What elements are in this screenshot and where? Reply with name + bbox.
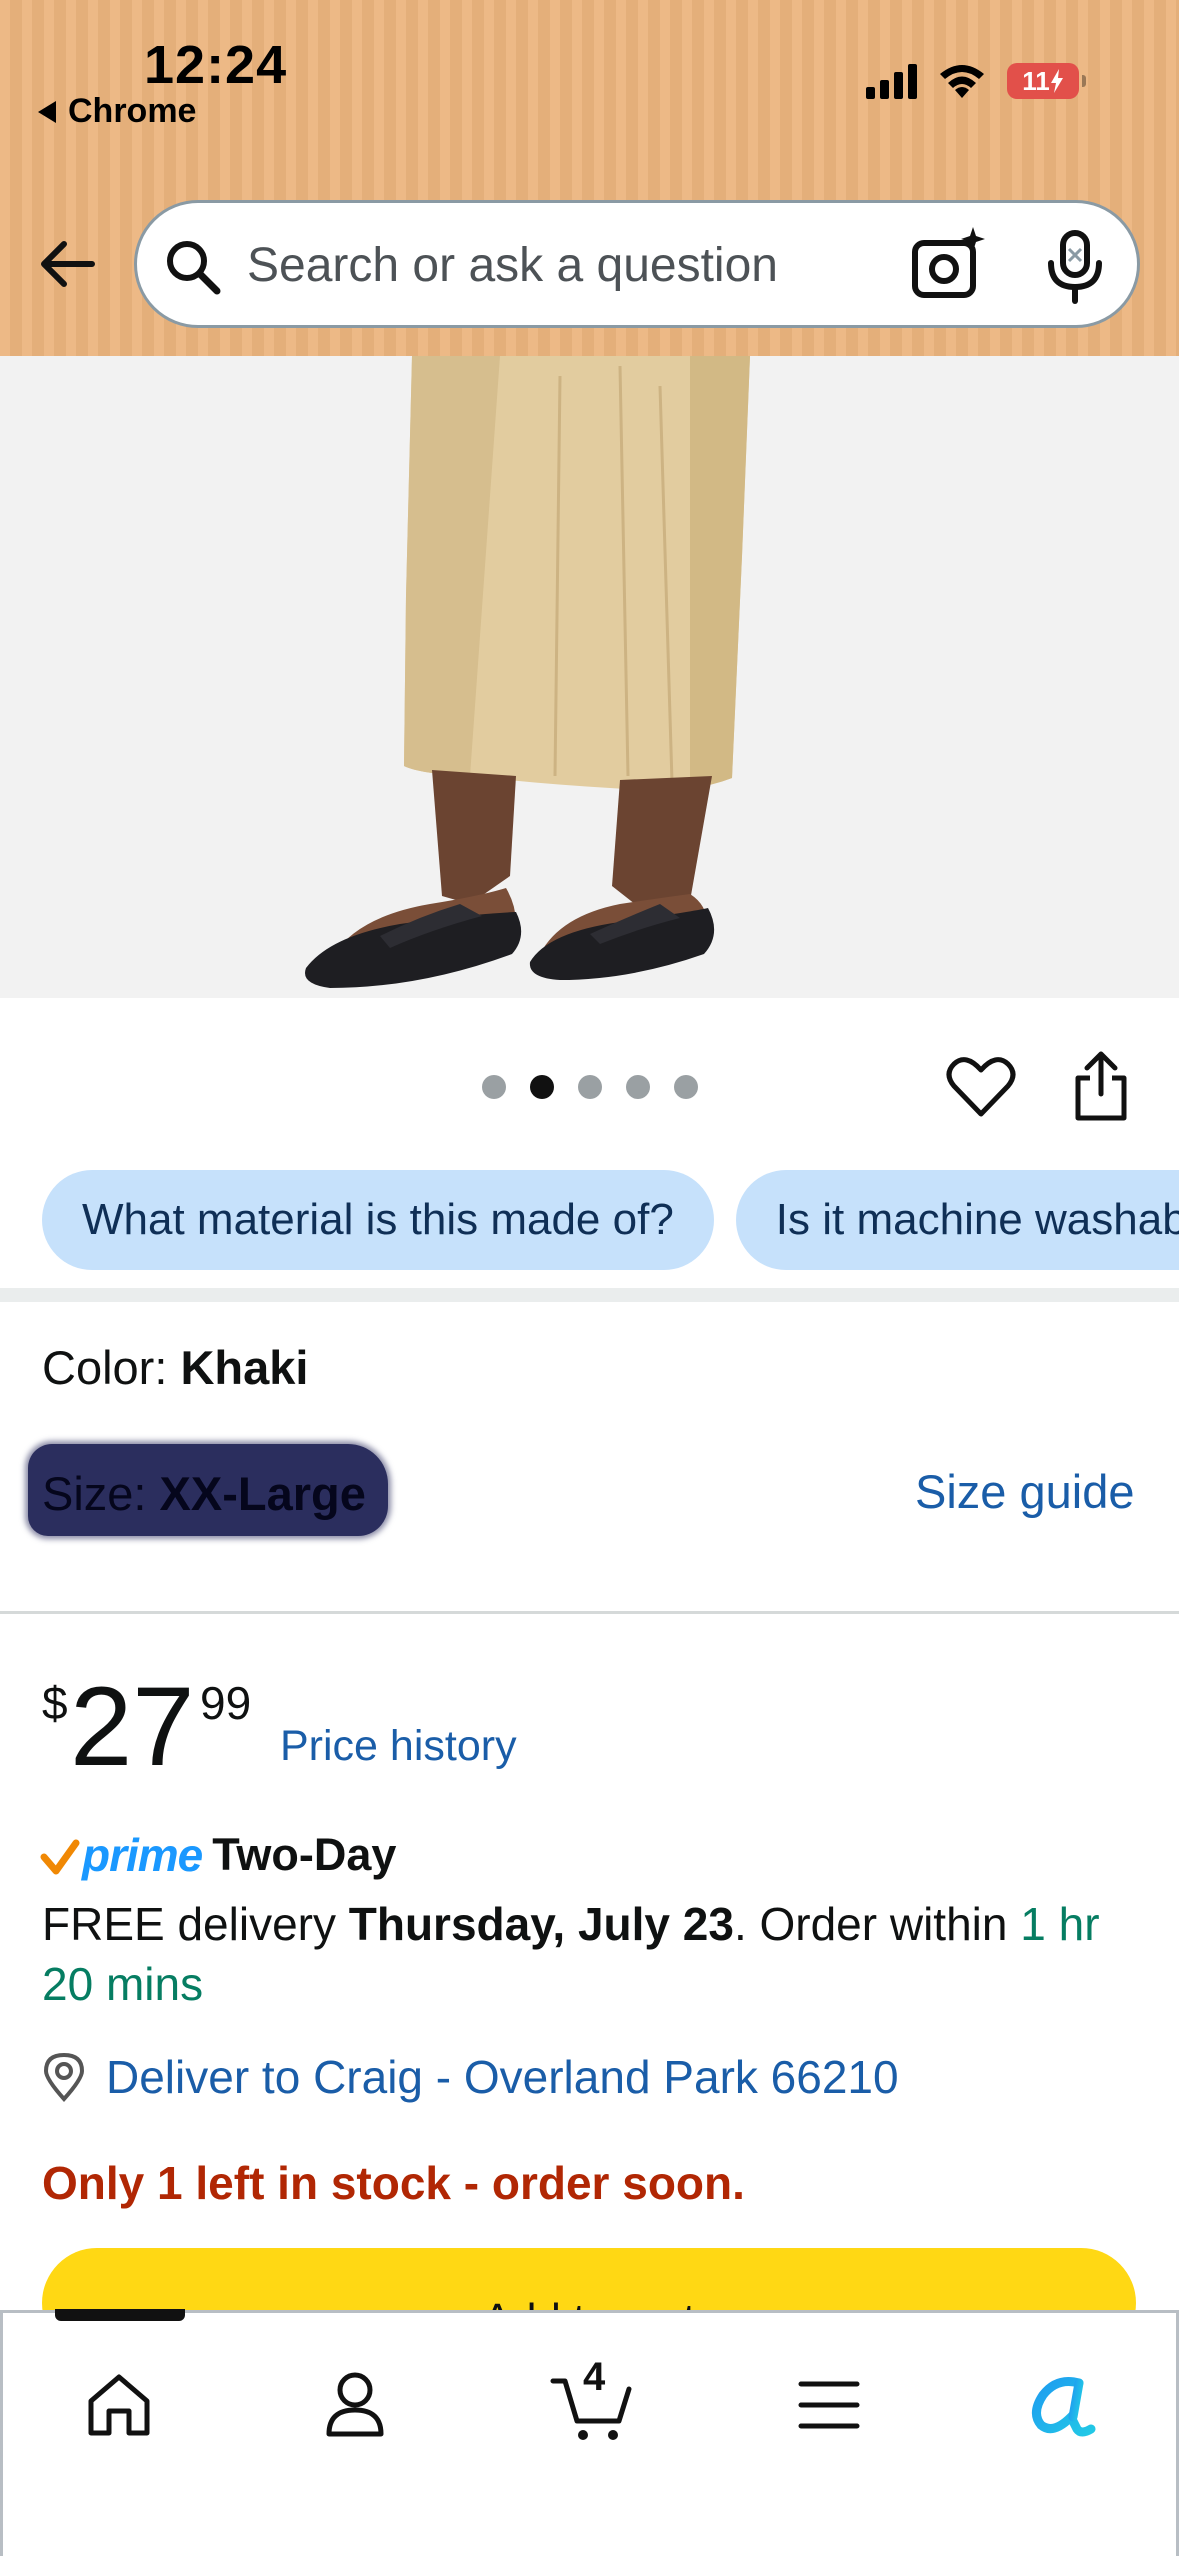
pagination-dot[interactable]: [482, 1075, 506, 1099]
home-icon: [88, 2374, 150, 2436]
question-chip[interactable]: Is it machine washable?: [735, 1170, 1179, 1270]
delivery-message: FREE delivery Thursday, July 23. Order w…: [42, 1894, 1142, 2014]
prime-speed: Two-Day: [212, 1829, 397, 1880]
color-label: Color:: [42, 1341, 181, 1394]
status-icons: 11: [866, 62, 1086, 100]
wishlist-heart-icon[interactable]: [946, 1054, 1016, 1120]
nav-menu[interactable]: [779, 2355, 879, 2455]
prime-check-icon: [40, 1839, 80, 1875]
size-selection[interactable]: Size: XX-Large: [42, 1466, 366, 1521]
rufus-assistant-icon: [1032, 2377, 1096, 2437]
question-chips: What material is this made of? Is it mach…: [42, 1170, 1179, 1270]
bottom-navigation: 4: [0, 2309, 1179, 2556]
pagination-dot[interactable]: [674, 1075, 698, 1099]
deliver-to-row[interactable]: Deliver to Craig - Overland Park 66210: [40, 2050, 899, 2104]
search-input[interactable]: [247, 233, 897, 297]
size-guide-link[interactable]: Size guide: [915, 1464, 1135, 1519]
account-icon: [326, 2372, 384, 2437]
cart-count-badge: 4: [583, 2355, 606, 2399]
battery-level: 11: [1022, 65, 1050, 96]
active-tab-indicator: [55, 2309, 185, 2321]
share-icon[interactable]: [1070, 1050, 1132, 1122]
deliver-to-link[interactable]: Deliver to Craig - Overland Park 66210: [106, 2050, 899, 2104]
charging-bolt-icon: [1050, 69, 1063, 93]
question-chip[interactable]: What material is this made of?: [42, 1170, 714, 1270]
size-label: Size:: [42, 1467, 160, 1520]
price-history-link[interactable]: Price history: [280, 1722, 517, 1771]
battery-indicator: 11: [1007, 63, 1086, 99]
search-icon: [167, 241, 221, 295]
color-selection: Color: Khaki: [42, 1340, 308, 1395]
location-pin-icon: [43, 2052, 85, 2102]
section-divider: [0, 1611, 1179, 1614]
price-fraction: 99: [200, 1677, 252, 1729]
nav-home[interactable]: [69, 2355, 169, 2455]
back-triangle-icon: [38, 100, 56, 123]
prime-logo-text: prime: [82, 1829, 203, 1881]
microphone-icon[interactable]: [1043, 229, 1107, 305]
product-image[interactable]: [0, 356, 1179, 998]
nav-cart[interactable]: 4: [543, 2355, 643, 2455]
back-arrow-icon[interactable]: [34, 232, 98, 296]
section-divider: [0, 1288, 1179, 1302]
delivery-order-within: . Order within: [733, 1898, 1021, 1950]
status-time: 12:24: [144, 35, 288, 95]
search-bar[interactable]: [134, 200, 1140, 328]
delivery-date: Thursday, July 23: [348, 1898, 734, 1950]
nav-account[interactable]: [305, 2355, 405, 2455]
pagination-dot[interactable]: [626, 1075, 650, 1099]
delivery-free-text: FREE delivery: [42, 1898, 349, 1950]
camera-search-icon[interactable]: [909, 225, 989, 305]
pagination-dot-active[interactable]: [530, 1075, 554, 1099]
size-value: XX-Large: [159, 1467, 366, 1520]
prime-badge: prime Two-Day: [40, 1828, 396, 1882]
back-app-label: Chrome: [68, 92, 197, 130]
app-header: 12:24 Chrome 11: [0, 0, 1179, 356]
price-currency-symbol: $: [42, 1677, 68, 1729]
price-whole: 27: [70, 1664, 195, 1789]
nav-rufus[interactable]: [1013, 2355, 1113, 2455]
color-value: Khaki: [180, 1341, 309, 1394]
cellular-signal-icon: [866, 63, 917, 99]
back-to-app-link[interactable]: Chrome: [38, 92, 196, 131]
pagination-dot[interactable]: [578, 1075, 602, 1099]
stock-warning: Only 1 left in stock - order soon.: [42, 2157, 745, 2209]
hamburger-menu-icon: [798, 2381, 860, 2429]
wifi-icon: [940, 65, 984, 98]
image-pagination[interactable]: [482, 1075, 698, 1099]
product-photo-illustration: [305, 356, 750, 988]
